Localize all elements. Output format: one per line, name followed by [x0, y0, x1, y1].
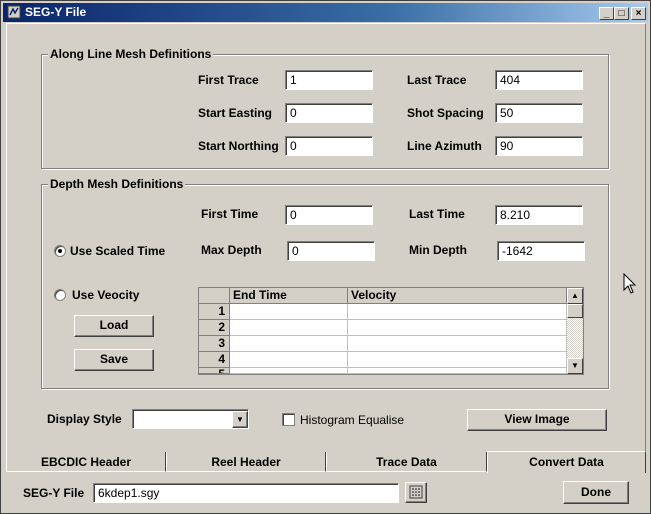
segy-file-window: SEG-Y File _ □ × Along Line Mesh Definit…	[0, 0, 651, 514]
tab-convert-data[interactable]: Convert Data	[487, 451, 646, 473]
scroll-up-icon[interactable]: ▲	[567, 288, 583, 304]
last-trace-field[interactable]: 404	[495, 70, 583, 90]
grid-corner	[199, 288, 230, 304]
view-image-button[interactable]: View Image	[467, 409, 607, 431]
first-trace-field[interactable]: 1	[285, 70, 373, 90]
min-depth-field[interactable]: -1642	[497, 241, 585, 261]
velocity-grid[interactable]: End Time Velocity 1 2 3 4 5 ▲ ▼	[198, 287, 584, 375]
maximize-button[interactable]: □	[614, 7, 629, 20]
max-depth-label: Max Depth	[201, 243, 262, 257]
done-button[interactable]: Done	[563, 481, 629, 504]
depth-mesh-title: Depth Mesh Definitions	[48, 177, 186, 191]
use-velocity-radio[interactable]	[54, 289, 66, 301]
grid-cell[interactable]	[230, 352, 348, 368]
shot-spacing-label: Shot Spacing	[407, 106, 484, 120]
start-easting-label: Start Easting	[198, 106, 273, 120]
minimize-button[interactable]: _	[599, 7, 614, 20]
last-trace-label: Last Trace	[407, 73, 467, 87]
start-northing-label: Start Northing	[198, 139, 279, 153]
grid-cell[interactable]	[348, 368, 567, 374]
grid-cell[interactable]	[348, 352, 567, 368]
grid-row-header: 4	[199, 352, 230, 368]
grid-row-header: 5	[199, 368, 230, 374]
first-time-label: First Time	[201, 207, 259, 221]
display-style-label: Display Style	[47, 412, 122, 426]
tab-ebcdic-header[interactable]: EBCDIC Header	[6, 452, 166, 472]
mouse-cursor-icon	[623, 273, 637, 294]
segy-file-field[interactable]: 6kdep1.sgy	[93, 483, 399, 503]
first-trace-label: First Trace	[198, 73, 259, 87]
grid-row-header: 3	[199, 336, 230, 352]
window-title: SEG-Y File	[25, 5, 87, 19]
grid-cell[interactable]	[230, 336, 348, 352]
tab-trace-data[interactable]: Trace Data	[326, 452, 487, 472]
tab-reel-header[interactable]: Reel Header	[166, 452, 326, 472]
browse-button[interactable]	[405, 482, 427, 503]
grid-cell[interactable]	[348, 320, 567, 336]
radio-selected-dot	[58, 249, 62, 253]
start-northing-field[interactable]: 0	[285, 136, 373, 156]
use-scaled-time-label[interactable]: Use Scaled Time	[70, 244, 165, 258]
first-time-field[interactable]: 0	[285, 205, 373, 225]
load-button[interactable]: Load	[74, 315, 154, 337]
grid-vertical-scrollbar[interactable]: ▲ ▼	[567, 288, 583, 374]
min-depth-label: Min Depth	[409, 243, 467, 257]
line-azimuth-field[interactable]: 90	[495, 136, 583, 156]
grid-cell[interactable]	[230, 368, 348, 374]
grid-cell[interactable]	[230, 320, 348, 336]
line-azimuth-label: Line Azimuth	[407, 139, 482, 153]
use-velocity-label[interactable]: Use Veocity	[72, 288, 139, 302]
chevron-down-icon[interactable]: ▼	[232, 411, 248, 428]
close-button[interactable]: ×	[631, 7, 646, 20]
shot-spacing-field[interactable]: 50	[495, 103, 583, 123]
app-icon	[7, 5, 21, 19]
histogram-equalise-label[interactable]: Histogram Equalise	[300, 413, 404, 427]
segy-file-label: SEG-Y File	[23, 486, 85, 500]
grid-row-header: 2	[199, 320, 230, 336]
histogram-equalise-checkbox[interactable]	[282, 413, 295, 426]
last-time-label: Last Time	[409, 207, 465, 221]
save-button[interactable]: Save	[74, 349, 154, 371]
ellipsis-grid-icon	[409, 485, 423, 499]
grid-cell[interactable]	[348, 304, 567, 320]
max-depth-field[interactable]: 0	[287, 241, 375, 261]
last-time-field[interactable]: 8.210	[495, 205, 583, 225]
along-line-title: Along Line Mesh Definitions	[48, 47, 214, 61]
grid-header-end-time[interactable]: End Time	[230, 288, 348, 304]
grid-cell[interactable]	[348, 336, 567, 352]
grid-row-header: 1	[199, 304, 230, 320]
use-scaled-time-radio[interactable]	[54, 245, 66, 257]
grid-cell[interactable]	[230, 304, 348, 320]
scroll-thumb[interactable]	[567, 304, 583, 318]
grid-header-velocity[interactable]: Velocity	[348, 288, 567, 304]
start-easting-field[interactable]: 0	[285, 103, 373, 123]
title-bar: SEG-Y File _ □ ×	[3, 3, 648, 22]
scroll-down-icon[interactable]: ▼	[567, 358, 583, 374]
